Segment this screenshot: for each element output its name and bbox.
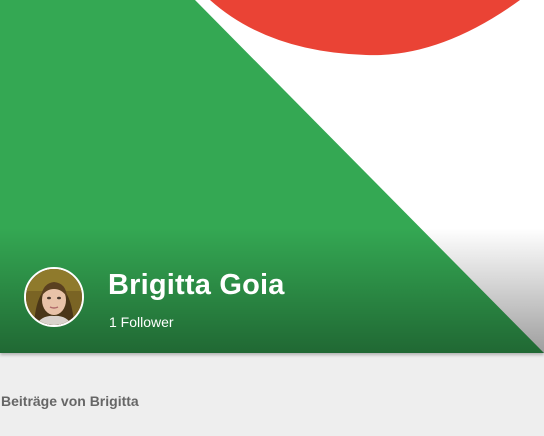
follower-count[interactable]: 1 Follower (109, 313, 174, 331)
profile-page: Brigitta Goia 1 Follower Beiträge von Br… (0, 0, 544, 436)
profile-name: Brigitta Goia (108, 269, 285, 301)
profile-photo-icon (26, 269, 82, 325)
posts-section-title: Beiträge von Brigitta (1, 393, 139, 409)
profile-cover: Brigitta Goia 1 Follower (0, 0, 544, 353)
avatar[interactable] (24, 267, 84, 327)
